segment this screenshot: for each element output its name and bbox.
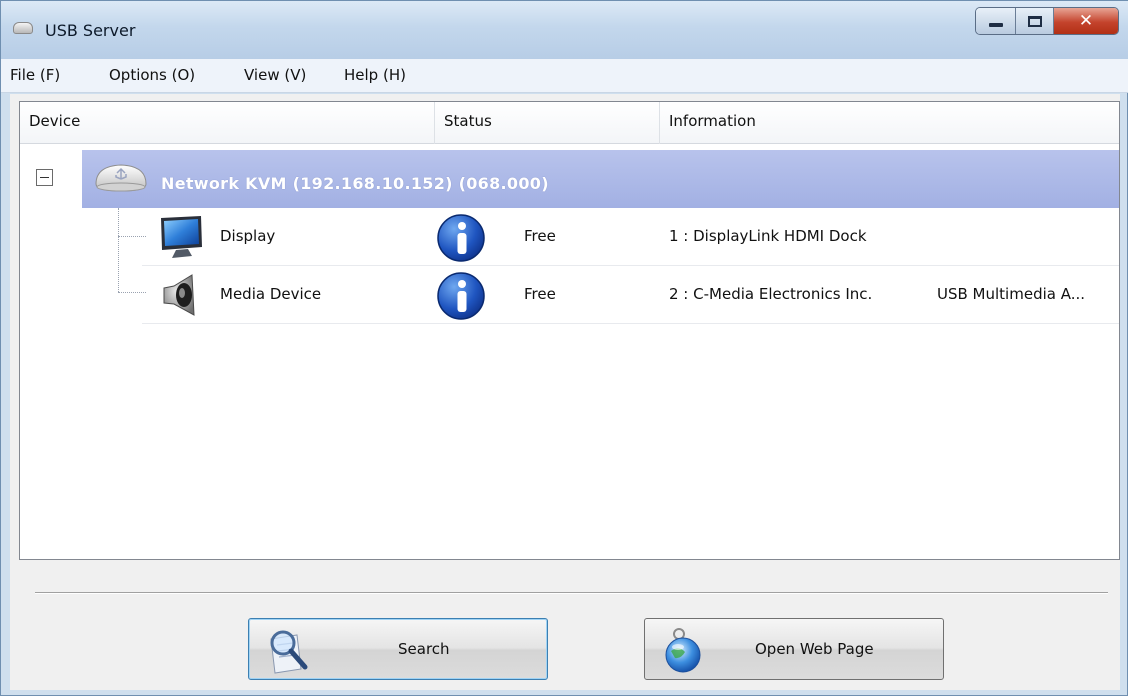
device-info-extra: USB Multimedia A... — [937, 285, 1086, 303]
menu-file[interactable]: File (F) — [10, 66, 60, 84]
device-row-display[interactable]: Display Free 1 : DisplayLink HDMI Dock — [142, 208, 1119, 266]
window-title: USB Server — [45, 21, 136, 40]
separator-line — [35, 592, 1108, 594]
maximize-button[interactable] — [1016, 8, 1054, 34]
menu-bar: File (F) Options (O) View (V) Help (H) — [1, 59, 1128, 93]
info-icon — [437, 214, 485, 262]
device-row-media-device[interactable]: Media Device Free 2 : C-Media Electronic… — [142, 266, 1119, 324]
list-header: Device Status Information — [20, 102, 1119, 144]
open-web-page-button[interactable]: Open Web Page — [644, 618, 944, 680]
open-web-page-label: Open Web Page — [755, 640, 874, 658]
tree-line — [118, 208, 119, 292]
monitor-icon — [161, 216, 202, 258]
collapse-icon[interactable] — [36, 169, 53, 186]
search-icon — [270, 630, 308, 674]
content-area: Device Status Information Network KVM (1… — [10, 94, 1120, 690]
minimize-button[interactable] — [976, 8, 1016, 34]
close-button[interactable]: ✕ — [1054, 8, 1118, 34]
group-label: Network KVM (192.168.10.152) (068.000) — [161, 174, 549, 193]
menu-help[interactable]: Help (H) — [344, 66, 406, 84]
search-button[interactable]: Search — [248, 618, 548, 680]
title-bar[interactable]: USB Server ✕ — [1, 1, 1128, 59]
device-list[interactable]: Device Status Information Network KVM (1… — [19, 101, 1120, 560]
device-name: Display — [220, 227, 276, 245]
usb-hub-icon — [95, 164, 147, 192]
column-header-status[interactable]: Status — [435, 102, 659, 144]
minimize-icon — [988, 23, 1003, 27]
window-controls: ✕ — [975, 7, 1119, 35]
usb-server-app-icon — [13, 22, 33, 34]
menu-view[interactable]: View (V) — [244, 66, 306, 84]
info-icon — [437, 272, 485, 320]
column-header-information[interactable]: Information — [660, 102, 1119, 144]
globe-icon — [665, 628, 701, 673]
device-name: Media Device — [220, 285, 322, 303]
menu-options[interactable]: Options (O) — [109, 66, 195, 84]
device-info: 1 : DisplayLink HDMI Dock — [669, 227, 867, 245]
device-status: Free — [524, 285, 556, 303]
column-header-device[interactable]: Device — [20, 102, 434, 144]
maximize-icon — [1027, 15, 1042, 27]
device-info: 2 : C-Media Electronics Inc. — [669, 285, 873, 303]
speaker-icon — [163, 274, 195, 316]
close-icon: ✕ — [1078, 11, 1094, 31]
device-status: Free — [524, 227, 556, 245]
search-button-label: Search — [398, 640, 450, 658]
usb-server-window: USB Server ✕ File (F) Options (O) View (… — [0, 0, 1128, 696]
